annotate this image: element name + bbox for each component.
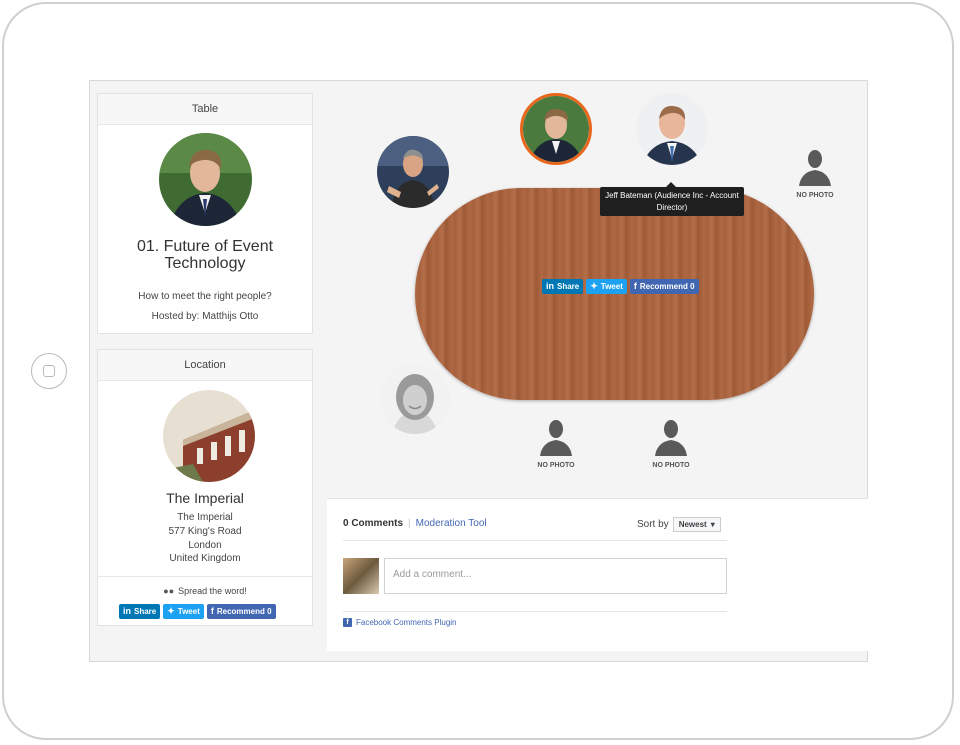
seat-empty-bottom-1[interactable]: NO PHOTO	[526, 418, 586, 469]
table-panel-header: Table	[98, 94, 312, 125]
sort-control: Sort by Newest ▾	[637, 517, 721, 532]
table-subtitle: How to meet the right people?	[138, 291, 272, 302]
spread-word-label: Spread the word!	[178, 586, 247, 596]
facebook-plugin-link[interactable]: f Facebook Comments Plugin	[343, 618, 457, 627]
venue-photo	[163, 390, 255, 482]
comments-section: 0 Comments | Moderation Tool Sort by Newes…	[327, 498, 868, 651]
no-photo-label: NO PHOTO	[537, 462, 575, 469]
seat-jeff-bateman[interactable]	[636, 93, 708, 165]
table-share-row: in Share ✦ Tweet f Recommend 0	[542, 279, 699, 294]
twitter-icon: ✦	[590, 281, 598, 291]
sort-label: Sort by	[637, 519, 669, 530]
host-avatar	[159, 133, 252, 226]
moderation-tool-link[interactable]: Moderation Tool	[416, 518, 487, 529]
facebook-icon: f	[343, 618, 352, 627]
twitter-icon: ✦	[167, 606, 175, 616]
round-table	[415, 188, 814, 400]
users-icon: ●●	[163, 586, 175, 596]
attendee-tooltip: Jeff Bateman (Audience Inc - Account Dir…	[600, 182, 744, 216]
table-title: 01. Future of Event Technology	[136, 238, 274, 272]
comments-header: 0 Comments | Moderation Tool	[343, 518, 487, 529]
twitter-tweet-button[interactable]: ✦ Tweet	[163, 604, 204, 619]
address-line-4: United Kingdom	[169, 553, 241, 564]
person-silhouette-icon	[655, 420, 687, 456]
facebook-icon: f	[210, 606, 214, 616]
person-silhouette-icon	[540, 420, 572, 456]
linkedin-icon: in	[546, 281, 554, 291]
chevron-down-icon: ▾	[710, 520, 715, 529]
sidebar-share-row: in Share ✦ Tweet f Recommend 0	[119, 604, 276, 619]
home-button[interactable]	[31, 353, 67, 389]
linkedin-share-button[interactable]: in Share	[119, 604, 161, 619]
facebook-icon: f	[633, 281, 637, 291]
seat-host[interactable]	[520, 93, 592, 165]
no-photo-label: NO PHOTO	[796, 192, 834, 199]
table-linkedin-share-button[interactable]: in Share	[542, 279, 584, 294]
venue-name: The Imperial	[166, 490, 244, 506]
table-twitter-tweet-button[interactable]: ✦ Tweet	[586, 279, 627, 294]
table-info-panel: Table 01. Future of Event Technology How…	[97, 93, 313, 334]
facebook-recommend-button[interactable]: f Recommend 0	[206, 604, 276, 619]
linkedin-icon: in	[123, 606, 131, 616]
table-facebook-recommend-button[interactable]: f Recommend 0	[629, 279, 699, 294]
no-photo-label: NO PHOTO	[652, 462, 690, 469]
address-line-2: 577 King's Road	[168, 526, 242, 537]
sort-select[interactable]: Newest ▾	[672, 517, 721, 532]
spread-word: ●● Spread the word!	[98, 586, 312, 596]
comment-input[interactable]: Add a comment...	[384, 558, 727, 594]
seat-speaker[interactable]	[377, 136, 449, 208]
seat-woman[interactable]	[380, 364, 450, 434]
address-line-1: The Imperial	[177, 512, 233, 523]
table-host: Hosted by: Matthijs Otto	[151, 311, 259, 322]
commenter-avatar	[343, 558, 379, 594]
person-silhouette-icon	[799, 150, 831, 186]
address-line-3: London	[188, 540, 222, 551]
location-panel: Location The Imperial The Imperial 577 K…	[97, 349, 313, 626]
seat-empty-bottom-2[interactable]: NO PHOTO	[641, 418, 701, 469]
location-panel-header: Location	[98, 350, 312, 381]
seat-empty-right[interactable]: NO PHOTO	[785, 148, 845, 199]
comment-count: 0 Comments	[343, 518, 404, 529]
home-icon	[43, 365, 55, 377]
